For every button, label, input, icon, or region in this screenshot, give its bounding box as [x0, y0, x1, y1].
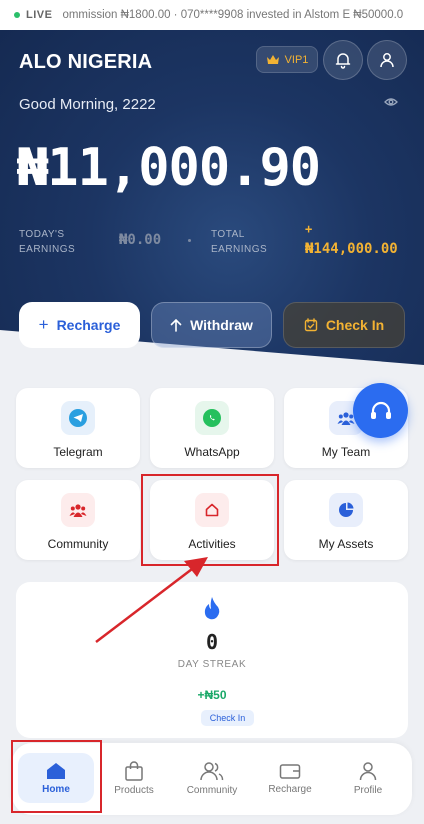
profile-avatar-button[interactable]: [367, 40, 407, 80]
tile-my-team-label: My Team: [321, 445, 371, 459]
user-icon: [380, 53, 394, 68]
day-streak-count: 0: [205, 630, 219, 654]
todays-earnings-value: ₦0.00: [119, 232, 162, 248]
arrow-up-icon: [170, 318, 182, 332]
nav-community-label: Community: [186, 784, 238, 796]
hero-background-cut: [0, 330, 424, 410]
tile-community[interactable]: Community: [16, 480, 140, 560]
vip-label: VIP1: [284, 53, 309, 66]
total-earnings-label: TOTAL EARNINGS: [211, 227, 267, 257]
tile-my-assets-label: My Assets: [318, 537, 374, 551]
todays-earnings-label-line1: TODAY'S: [19, 229, 65, 240]
whatsapp-icon: [195, 401, 229, 435]
support-chat-button[interactable]: [353, 383, 408, 438]
telegram-icon: [61, 401, 95, 435]
tile-community-label: Community: [47, 537, 109, 551]
total-earnings-label-line2: EARNINGS: [211, 244, 268, 255]
withdraw-button[interactable]: Withdraw: [151, 302, 272, 348]
recharge-button-label: Recharge: [56, 317, 121, 333]
total-earnings-value: ₦144,000.00: [305, 241, 398, 257]
greeting: Good Morning, 2222: [19, 96, 156, 113]
community-people-icon: [61, 493, 95, 527]
calendar-check-icon: [304, 318, 318, 332]
brand-logo: ALO NIGERIA: [19, 51, 152, 74]
check-in-button-label: Check In: [325, 317, 385, 333]
crown-icon: [266, 55, 279, 64]
profile-icon: [359, 761, 377, 780]
brand-text: ALO NIGERIA: [19, 51, 153, 73]
recharge-button[interactable]: + Recharge: [19, 302, 140, 348]
todays-earnings-label: TODAY'S EARNINGS: [19, 227, 75, 257]
streak-reward: +₦50: [197, 688, 227, 702]
withdraw-button-label: Withdraw: [190, 317, 253, 333]
earnings-separator: [188, 239, 191, 242]
nav-products[interactable]: Products: [96, 753, 172, 803]
day-streak-label: DAY STREAK: [177, 659, 247, 670]
annotation-box-activities: [141, 474, 279, 566]
nav-recharge-label: Recharge: [268, 783, 312, 795]
check-in-button[interactable]: Check In: [283, 302, 405, 348]
day-streak-card: 0 DAY STREAK +₦50 Check In: [16, 582, 408, 738]
notifications-button[interactable]: [323, 40, 363, 80]
shopping-bag-icon: [125, 760, 143, 781]
activity-ticker: LIVE ommission ₦1800.00 · 070****9908 in…: [0, 0, 424, 30]
bell-icon: [335, 53, 351, 69]
todays-earnings-label-line2: EARNINGS: [19, 244, 76, 255]
annotation-box-home: [11, 740, 102, 813]
live-label: LIVE: [26, 9, 53, 21]
nav-profile[interactable]: Profile: [330, 753, 406, 803]
nav-recharge[interactable]: Recharge: [252, 753, 328, 803]
nav-profile-label: Profile: [353, 784, 383, 796]
ticker-text: ommission ₦1800.00 · 070****9908 investe…: [62, 9, 404, 21]
tile-whatsapp[interactable]: WhatsApp: [150, 388, 274, 468]
streak-check-in-button[interactable]: Check In: [201, 710, 254, 726]
vip-badge[interactable]: VIP1: [256, 46, 318, 73]
headset-icon: [370, 401, 391, 419]
balance-hero: ALO NIGERIA VIP1 Good Morning, 2222 ₦11,…: [0, 30, 424, 410]
tile-telegram[interactable]: Telegram: [16, 388, 140, 468]
balance-amount: ₦11,000.90: [17, 138, 321, 198]
total-earnings-plus: +: [305, 222, 313, 236]
tile-my-assets[interactable]: My Assets: [284, 480, 408, 560]
flame-icon: [204, 597, 220, 620]
users-icon: [200, 761, 224, 780]
plus-icon: +: [38, 315, 49, 334]
nav-products-label: Products: [114, 784, 154, 796]
total-earnings-label-line1: TOTAL: [211, 229, 245, 240]
nav-community[interactable]: Community: [174, 753, 250, 803]
wallet-icon: [279, 763, 301, 779]
eye-icon[interactable]: [384, 97, 398, 107]
pie-chart-icon: [329, 493, 363, 527]
tile-whatsapp-label: WhatsApp: [184, 445, 240, 459]
tile-telegram-label: Telegram: [53, 445, 103, 459]
live-indicator-dot: [14, 12, 20, 18]
